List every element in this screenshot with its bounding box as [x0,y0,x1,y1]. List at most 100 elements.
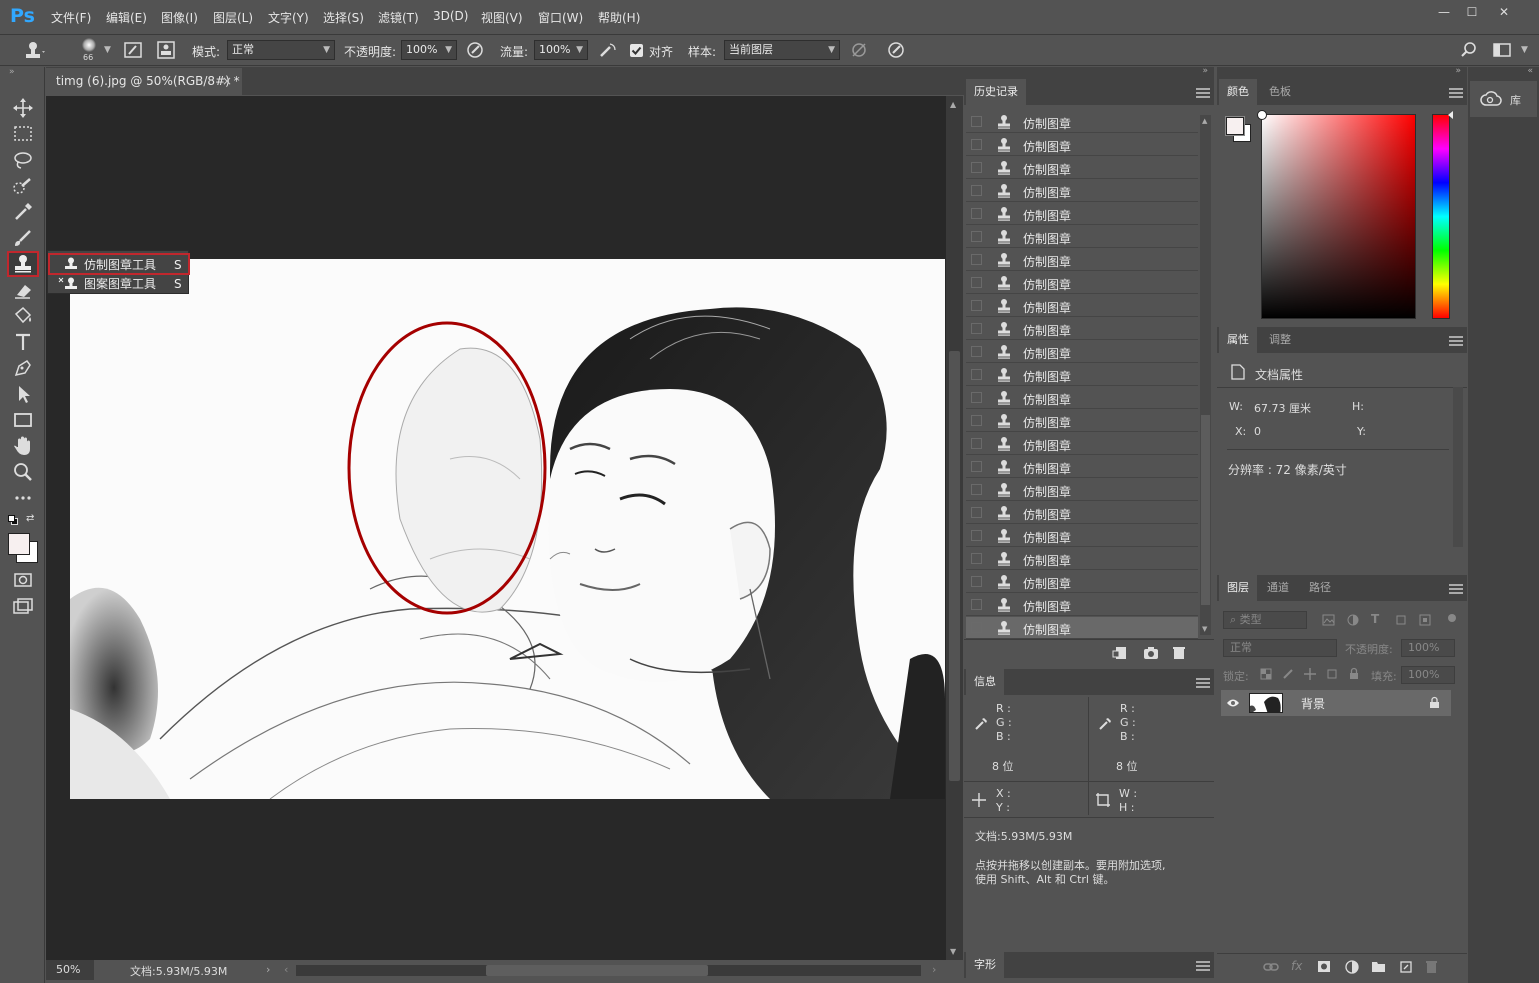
prop-w-value[interactable]: 67.73 厘米 [1254,400,1311,416]
history-item[interactable]: 仿制图章 [966,180,1198,202]
panel-menu-icon[interactable] [1449,584,1463,594]
scrollbar-thumb[interactable] [486,965,708,976]
filter-smart-object-icon[interactable] [1419,614,1431,626]
history-snapshot-checkbox[interactable] [971,162,982,173]
lock-all-icon[interactable] [1348,667,1360,680]
lock-transparent-icon[interactable] [1260,668,1272,680]
search-icon[interactable] [1460,41,1478,59]
scroll-left-icon[interactable]: ‹ [284,963,288,976]
new-layer-icon[interactable] [1399,960,1413,974]
foreground-color-swatch[interactable] [1225,116,1245,136]
tab-adjustments[interactable]: 调整 [1261,327,1299,353]
sample-select[interactable]: 当前图层 ▼ [724,40,840,60]
history-item[interactable]: 仿制图章 [966,249,1198,271]
lock-position-icon[interactable] [1304,668,1316,680]
history-snapshot-checkbox[interactable] [971,300,982,311]
aligned-checkbox[interactable] [630,44,643,57]
paint-bucket-tool-icon[interactable] [10,304,36,328]
more-tools-icon[interactable] [10,486,36,510]
brush-size-picker[interactable]: 66 [77,37,103,65]
trash-icon[interactable] [1172,646,1186,660]
opacity-input[interactable]: 100% ▼ [401,40,457,60]
flyout-item-clone-stamp[interactable]: 仿制图章工具 S [48,253,190,275]
mode-select[interactable]: 正常 ▼ [227,40,335,60]
layer-style-icon[interactable]: fx [1291,959,1302,973]
scrollbar-thumb[interactable] [1201,415,1210,605]
type-tool-icon[interactable] [10,330,36,354]
history-scrollbar[interactable]: ▲ ▼ [1200,115,1211,635]
color-picker-handle[interactable] [1257,110,1267,120]
history-snapshot-checkbox[interactable] [971,415,982,426]
lock-pixels-icon[interactable] [1282,668,1294,680]
brush-tool-icon[interactable] [10,226,36,250]
history-item[interactable]: 仿制图章 [966,226,1198,248]
history-item[interactable]: 仿制图章 [966,272,1198,294]
history-snapshot-checkbox[interactable] [971,484,982,495]
history-snapshot-checkbox[interactable] [971,139,982,150]
history-snapshot-checkbox[interactable] [971,553,982,564]
menu-view[interactable]: 视图(V) [481,9,523,26]
history-snapshot-checkbox[interactable] [971,622,982,633]
ignore-adjustment-icon[interactable] [850,41,868,59]
default-colors-icon[interactable] [8,515,18,525]
workspace-icon[interactable] [1493,41,1511,59]
history-item[interactable]: 仿制图章 [966,318,1198,340]
horizontal-scrollbar[interactable] [296,965,921,976]
history-snapshot-checkbox[interactable] [971,254,982,265]
vertical-scrollbar[interactable]: ▲ ▼ [946,96,963,960]
marquee-tool-icon[interactable] [10,122,36,146]
pen-tool-icon[interactable] [10,356,36,380]
properties-scrollbar[interactable] [1453,387,1463,547]
tab-channels[interactable]: 通道 [1259,575,1297,601]
hue-slider-handle[interactable] [1448,111,1453,119]
adjustment-layer-icon[interactable] [1345,960,1359,974]
pressure-opacity-icon[interactable] [466,41,484,59]
history-item[interactable]: 仿制图章 [966,571,1198,593]
history-snapshot-checkbox[interactable] [971,461,982,472]
tab-properties[interactable]: 属性 [1219,327,1257,353]
lasso-tool-icon[interactable] [10,148,36,172]
menu-type[interactable]: 文字(Y) [268,9,309,26]
panel-menu-icon[interactable] [1449,88,1463,98]
panel-menu-icon[interactable] [1196,88,1210,98]
filter-shape-icon[interactable] [1395,614,1407,626]
filter-pixel-icon[interactable] [1322,614,1335,626]
flow-input[interactable]: 100% ▼ [534,40,588,60]
scroll-down-icon[interactable]: ▼ [950,947,956,956]
menu-filter[interactable]: 滤镜(T) [378,9,419,26]
history-item[interactable]: 仿制图章 [966,295,1198,317]
clone-source-icon[interactable] [157,41,175,59]
new-document-from-state-icon[interactable] [1112,646,1128,660]
history-snapshot-checkbox[interactable] [971,116,982,127]
visibility-eye-icon[interactable] [1226,698,1240,708]
fill-input[interactable]: 100% [1401,666,1455,684]
close-tab-icon[interactable]: × [222,68,232,95]
filter-toggle[interactable] [1448,614,1456,622]
scroll-up-icon[interactable]: ▲ [950,100,956,109]
history-snapshot-checkbox[interactable] [971,438,982,449]
menu-file[interactable]: 文件(F) [51,9,91,26]
pressure-size-icon[interactable] [887,41,905,59]
history-item[interactable]: 仿制图章 [966,548,1198,570]
panel-menu-icon[interactable] [1449,336,1463,346]
maximize-button[interactable]: ☐ [1458,2,1486,22]
history-snapshot-checkbox[interactable] [971,369,982,380]
history-snapshot-checkbox[interactable] [971,208,982,219]
eyedropper-tool-icon[interactable] [10,200,36,224]
color-field[interactable] [1257,110,1416,319]
tab-history[interactable]: 历史记录 [966,79,1026,105]
scroll-up-icon[interactable]: ▲ [1202,117,1207,125]
document-image[interactable] [70,259,945,799]
scrollbar-thumb[interactable] [949,351,960,781]
history-snapshot-checkbox[interactable] [971,277,982,288]
panel-menu-icon[interactable] [1196,678,1210,688]
folder-icon[interactable] [1371,960,1386,973]
quick-selection-tool-icon[interactable] [10,174,36,198]
history-snapshot-checkbox[interactable] [971,231,982,242]
link-layers-icon[interactable] [1263,961,1279,973]
chevron-down-icon[interactable]: ▼ [104,45,111,55]
foreground-color-swatch[interactable] [8,533,30,555]
scroll-down-icon[interactable]: ▼ [1202,625,1207,633]
filter-type-icon[interactable]: T [1371,612,1379,626]
panel-menu-icon[interactable] [1196,961,1210,971]
